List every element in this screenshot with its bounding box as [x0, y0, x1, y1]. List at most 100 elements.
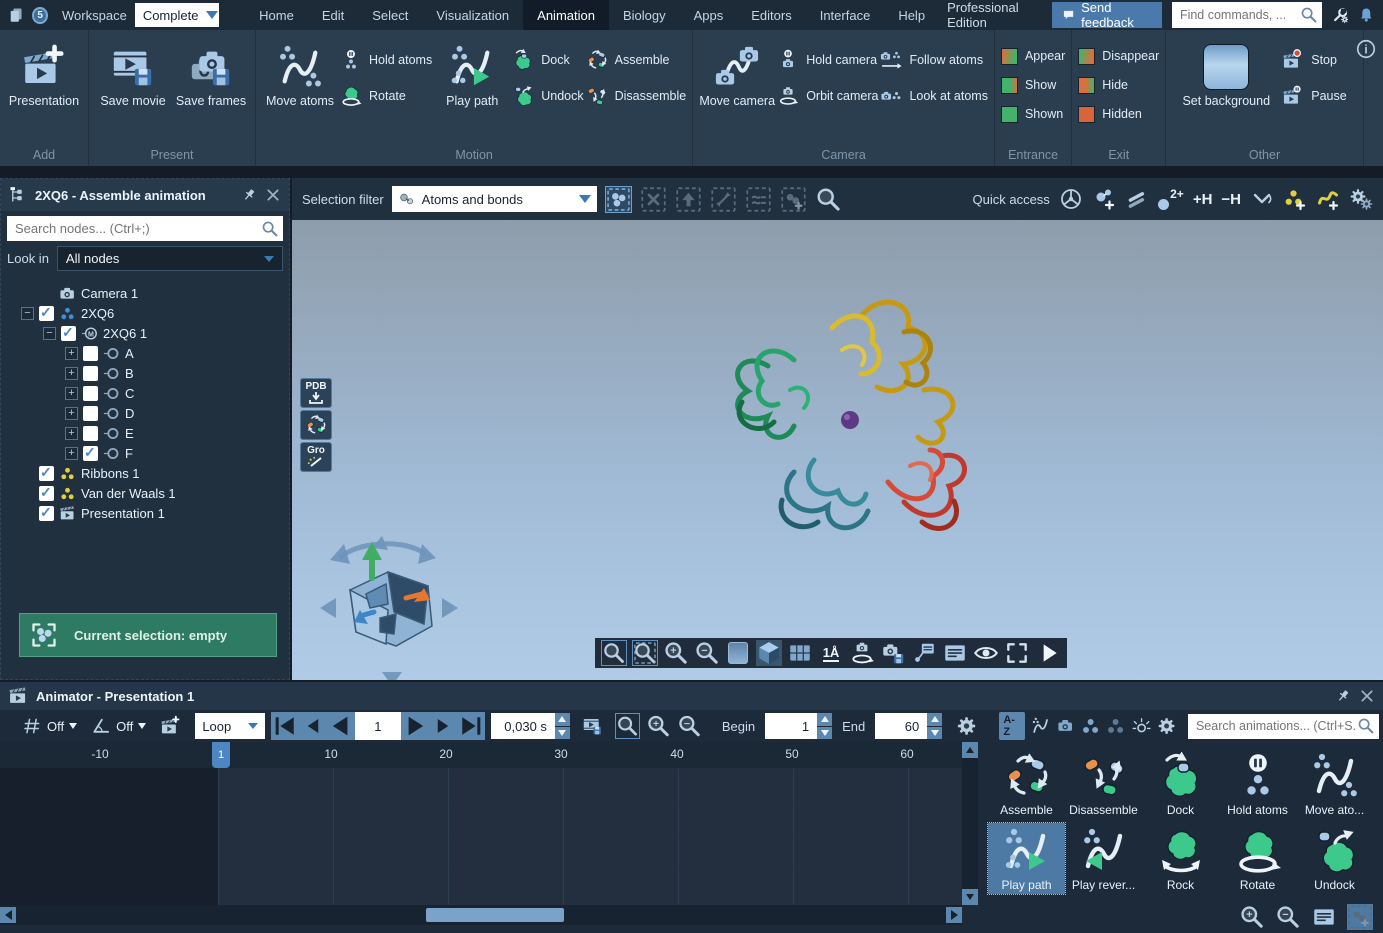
add-ribbon-icon[interactable] — [1316, 187, 1340, 211]
tree-expander[interactable]: + — [65, 427, 78, 440]
show-button[interactable]: Show — [1001, 73, 1065, 97]
animation-item[interactable]: Undock — [1296, 823, 1373, 894]
send-feedback-button[interactable]: Send feedback — [1052, 2, 1162, 28]
select-button[interactable] — [605, 186, 632, 213]
tree-item[interactable]: − 2XQ6 — [7, 303, 289, 323]
add-hydrogens-button[interactable]: +H — [1193, 191, 1213, 208]
add-to-selection-button[interactable] — [780, 186, 807, 213]
gromacs-wizard-button[interactable]: Gro — [300, 442, 332, 472]
spin-up-button[interactable] — [817, 713, 832, 726]
animation-item[interactable]: Play rever... — [1065, 823, 1142, 894]
tree-item[interactable]: + C — [7, 383, 289, 403]
begin-spinbox[interactable]: 1 — [765, 713, 832, 739]
end-value[interactable]: 60 — [875, 713, 927, 739]
timeline[interactable]: -10 0 10 20 30 40 50 60 1 — [0, 742, 962, 905]
labels-button[interactable] — [911, 640, 937, 666]
play-button[interactable] — [401, 712, 429, 740]
tree-checkbox[interactable] — [83, 446, 98, 461]
create-bonds-icon[interactable] — [1125, 187, 1149, 211]
tree-expander[interactable] — [21, 467, 34, 480]
tree-expander[interactable]: + — [65, 407, 78, 420]
orbit-view-button[interactable] — [849, 640, 875, 666]
tree-expander[interactable] — [21, 507, 34, 520]
close-icon[interactable] — [1359, 688, 1375, 704]
workspace-profile-dropdown[interactable]: Complete — [135, 3, 219, 27]
tree-item[interactable]: Camera 1 — [7, 283, 289, 303]
tree-checkbox[interactable] — [39, 506, 54, 521]
scroll-right-button[interactable] — [946, 907, 962, 923]
close-icon[interactable] — [265, 187, 281, 203]
menu-tab[interactable]: Help — [884, 0, 939, 30]
begin-value[interactable]: 1 — [765, 713, 817, 739]
tree-checkbox[interactable] — [83, 346, 98, 361]
hold-camera-button[interactable]: Hold camera — [777, 48, 878, 72]
menu-tab[interactable]: Edit — [308, 0, 358, 30]
tree-item[interactable]: Ribbons 1 — [7, 463, 289, 483]
tree-item[interactable]: Presentation 1 — [7, 503, 289, 523]
pages-icon[interactable] — [8, 6, 24, 24]
expand-selection-button[interactable] — [710, 186, 737, 213]
filter-camera-icon[interactable] — [1056, 716, 1075, 736]
list-view-button[interactable] — [1311, 904, 1337, 930]
tree-checkbox[interactable] — [83, 366, 98, 381]
add-molecule-icon[interactable] — [1283, 187, 1307, 211]
scroll-thumb[interactable] — [426, 908, 564, 922]
menu-tab[interactable]: Visualization — [422, 0, 523, 30]
save-frames-button[interactable]: Save frames — [173, 36, 249, 108]
find-commands-input[interactable] — [1180, 8, 1300, 22]
hide-button[interactable]: Hide — [1078, 73, 1159, 97]
assemble-tool-button[interactable] — [300, 410, 332, 440]
look-in-dropdown[interactable]: All nodes — [57, 246, 283, 271]
tree-item[interactable]: + B — [7, 363, 289, 383]
save-viewpoint-button[interactable] — [880, 640, 906, 666]
spin-down-button[interactable] — [555, 727, 570, 740]
tree-item[interactable]: + F — [7, 443, 289, 463]
tree-checkbox[interactable] — [39, 466, 54, 481]
tree-expander[interactable] — [21, 287, 34, 300]
timeline-zoom-out-button[interactable]: − — [677, 713, 702, 739]
tree-checkbox[interactable] — [83, 406, 98, 421]
spin-down-button[interactable] — [817, 727, 832, 740]
step-forward-button[interactable] — [429, 712, 457, 740]
tree-item[interactable]: Van der Waals 1 — [7, 483, 289, 503]
timeline-zoom-fit-button[interactable] — [615, 713, 640, 739]
move-atoms-button[interactable]: Move atoms — [262, 36, 338, 108]
playhead[interactable]: 1 — [212, 742, 230, 768]
gallery-zoom-in-button[interactable]: + — [1239, 904, 1265, 930]
background-toggle-button[interactable] — [725, 640, 751, 666]
navigation-cube-toggle[interactable] — [756, 640, 782, 666]
disassemble-button[interactable]: Disassemble — [586, 84, 687, 108]
presentation-button[interactable]: Presentation — [6, 36, 82, 108]
animation-item[interactable]: Dock — [1142, 748, 1219, 819]
filter-path-icon[interactable] — [1031, 716, 1050, 736]
frame-time-value[interactable]: 0,030 s — [491, 713, 555, 739]
hold-atoms-button[interactable]: Hold atoms — [340, 48, 432, 72]
preferences-icon[interactable] — [1332, 5, 1349, 25]
tree-item[interactable]: + A — [7, 343, 289, 363]
grid-toggle-button[interactable] — [787, 640, 813, 666]
move-camera-button[interactable]: Move camera — [699, 36, 775, 108]
add-atoms-icon[interactable] — [1092, 187, 1116, 211]
spin-up-button[interactable] — [927, 713, 942, 726]
pin-icon[interactable] — [241, 187, 257, 203]
set-background-button[interactable]: Set background — [1172, 36, 1280, 108]
tree-checkbox[interactable] — [39, 306, 54, 321]
zoom-selection-button[interactable] — [632, 640, 658, 666]
menu-tab[interactable]: Select — [358, 0, 422, 30]
orbit-camera-button[interactable]: Orbit camera — [777, 84, 878, 108]
tree-item[interactable]: − M 2XQ6 1 — [7, 323, 289, 343]
tree-expander[interactable]: + — [65, 367, 78, 380]
end-spinbox[interactable]: 60 — [875, 713, 942, 739]
undock-button[interactable]: Undock — [512, 84, 583, 108]
panel-button[interactable] — [942, 640, 968, 666]
animation-item[interactable]: Move ato... — [1296, 748, 1373, 819]
sort-az-button[interactable]: A-Z — [999, 712, 1025, 740]
remove-hydrogens-button[interactable]: −H — [1221, 191, 1241, 208]
search-nodes-box[interactable] — [7, 216, 283, 241]
filter-light-icon[interactable] — [1132, 716, 1151, 736]
menu-tab[interactable]: Animation — [523, 0, 609, 30]
timeline-zoom-in-button[interactable]: + — [646, 713, 671, 739]
hidden-button[interactable]: Hidden — [1078, 102, 1159, 126]
spin-up-button[interactable] — [555, 713, 570, 726]
menu-tab[interactable]: Home — [245, 0, 308, 30]
